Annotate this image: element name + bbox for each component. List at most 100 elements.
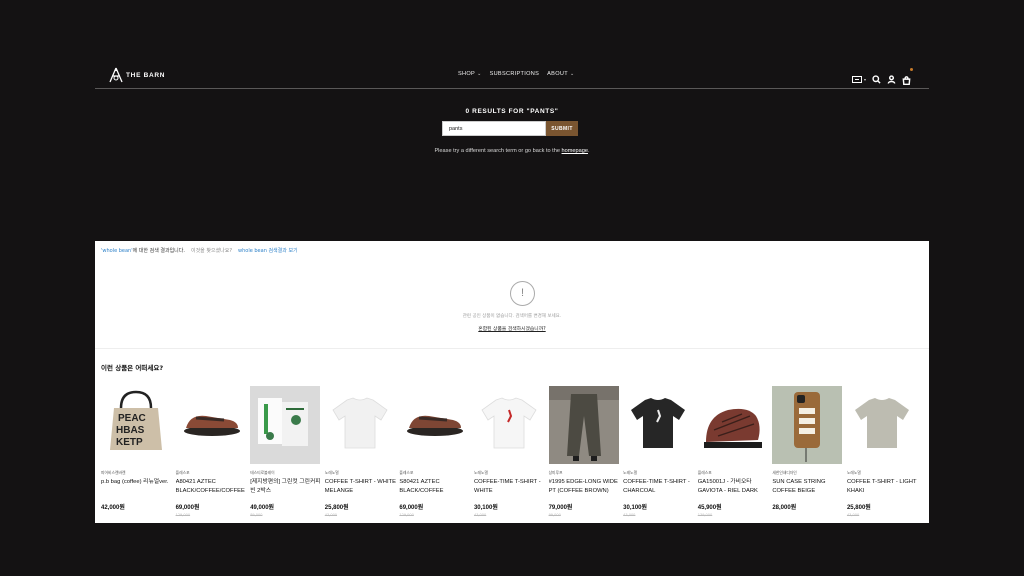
- product-price: 30,100원: [623, 505, 648, 511]
- empty-message: 관련 공인 상품이 없습니다. 검색어를 변경해 보세요.: [462, 314, 562, 319]
- search-help-text: Please try a different search term or go…: [0, 148, 1024, 154]
- cart-button[interactable]: [902, 68, 913, 89]
- svg-text:HBAS: HBAS: [116, 425, 145, 436]
- nav-shop-label: SHOP: [458, 71, 476, 77]
- product-name: [제지방편의] 그린컷 그린커피빈 2박스: [250, 479, 321, 494]
- search-widget-panel: 'whole bean'에 대한 검색 결과입니다. 이것을 찾으셨나요? wh…: [95, 241, 929, 523]
- main-nav: SHOP ⌄ SUBSCRIPTIONS ABOUT ⌄: [458, 71, 574, 77]
- product-original-price: 89,000: [250, 513, 263, 517]
- account-icon[interactable]: [887, 75, 896, 84]
- logo-text: THE BARN: [126, 71, 166, 79]
- recommendations-title: 이런 상품은 어떠세요?: [101, 364, 164, 372]
- product-price: 28,000원: [772, 505, 797, 511]
- product-brand: 플레스포: [697, 470, 712, 475]
- product-price: 42,000원: [101, 505, 125, 511]
- product-brand: 플레스포: [175, 470, 190, 475]
- nav-shop[interactable]: SHOP ⌄: [458, 71, 482, 77]
- homepage-link[interactable]: homepage: [562, 148, 588, 154]
- product-card[interactable]: 플레스포 A80421 AZTEC BLACK/COFFEE/COFFEE 69…: [175, 386, 251, 518]
- product-brand: 새한인쇄디자인: [772, 470, 797, 475]
- header-icons: ▾: [851, 68, 913, 89]
- product-name: COFFEE T-SHIRT - LIGHT KHAKI: [846, 479, 917, 494]
- svg-text:PEAC: PEAC: [118, 413, 146, 424]
- query-suffix: 에 대한 검색 결과입니다.: [132, 248, 185, 254]
- mixed-search-link-wrap: 혼합된 상품을 검색하시겠습니까?: [95, 325, 929, 332]
- product-price: 49,000원: [250, 505, 275, 511]
- product-brand: 테스티로볼레이: [250, 470, 275, 475]
- product-name: COFFEE-TIME T-SHIRT - WHITE: [473, 479, 541, 494]
- product-brand: 노레노멀: [846, 470, 861, 475]
- product-image: PEAC HBAS KETP: [101, 386, 171, 464]
- product-original-price: [101, 513, 176, 518]
- search-input[interactable]: [442, 121, 546, 136]
- alert-icon: !: [510, 281, 535, 306]
- product-card[interactable]: 노레노멀 COFFEE T-SHIRT - LIGHT KHAKI 25,800…: [846, 386, 922, 518]
- help-suffix: .: [587, 148, 590, 154]
- product-original-price: 43,000: [324, 513, 338, 517]
- chevron-down-icon: ⌄: [569, 71, 575, 77]
- product-original-price: [772, 513, 847, 518]
- product-name: #1995 EDGE-LONG WIDE PT (COFFEE BROWN): [548, 479, 618, 494]
- product-card[interactable]: 노레노멀 COFFEE-TIME T-SHIRT - WHITE 30,100원…: [473, 386, 549, 518]
- cart-count-dot: [910, 68, 913, 71]
- barn-logo-icon: [109, 67, 123, 83]
- product-card[interactable]: 노레노멀 COFFEE T-SHIRT - WHITE MELANGE 25,8…: [324, 386, 400, 518]
- product-price: 30,100원: [473, 505, 498, 511]
- nav-about[interactable]: ABOUT ⌄: [547, 71, 574, 77]
- product-image: [473, 386, 544, 464]
- submit-button[interactable]: SUBMIT: [546, 121, 578, 136]
- product-brand: 노레노멀: [324, 470, 339, 475]
- mixed-search-link[interactable]: 혼합된 상품을 검색하시겠습니까?: [478, 327, 545, 332]
- product-original-price: 99,000: [548, 513, 561, 517]
- product-image: [324, 386, 395, 464]
- product-brand: 상미루프: [548, 470, 563, 475]
- product-original-price: 43,000: [473, 513, 487, 517]
- site-header: THE BARN SHOP ⌄ SUBSCRIPTIONS ABOUT ⌄ ▾: [95, 62, 929, 89]
- product-brand: 플레스포: [399, 470, 414, 475]
- product-original-price: 43,000: [846, 513, 860, 517]
- product-price: 45,900원: [697, 505, 722, 511]
- product-name: p.b bag (coffee) 리뉴얼ver.: [101, 479, 169, 485]
- product-card[interactable]: 상미루프 #1995 EDGE-LONG WIDE PT (COFFEE BRO…: [548, 386, 624, 518]
- nav-about-label: ABOUT: [547, 71, 568, 77]
- results-title: 0 RESULTS FOR "PANTS": [465, 108, 559, 115]
- svg-text:KETP: KETP: [116, 437, 143, 448]
- product-card[interactable]: 노레노멀 COFFEE-TIME T-SHIRT - CHARCOAL 30,1…: [623, 386, 698, 518]
- product-image: [846, 386, 917, 464]
- product-image: [250, 386, 321, 464]
- chevron-down-icon: ⌄: [477, 71, 482, 77]
- product-list: PEAC HBAS KETP 피어비스렌바렌 p.b bag (coffee) …: [101, 386, 922, 518]
- product-image: [548, 386, 619, 464]
- chevron-down-icon[interactable]: ▾: [864, 77, 866, 82]
- nav-subscriptions[interactable]: SUBSCRIPTIONS: [490, 71, 540, 77]
- divider: [95, 348, 929, 349]
- product-price: 79,000원: [548, 505, 573, 511]
- product-card[interactable]: 테스티로볼레이 [제지방편의] 그린컷 그린커피빈 2박스 49,000원 89…: [250, 386, 325, 518]
- nav-subscriptions-label: SUBSCRIPTIONS: [489, 71, 540, 77]
- product-brand: 노레노멀: [623, 470, 638, 475]
- query-keyword: 'whole bean': [101, 248, 133, 254]
- product-price: 69,000원: [175, 505, 200, 511]
- product-name: A80421 AZTEC BLACK/COFFEE/COFFEE: [175, 479, 245, 494]
- cart-icon: [902, 76, 911, 86]
- product-name: SUN CASE STRING COFFEE BEIGE: [772, 479, 826, 494]
- product-image: [399, 386, 470, 464]
- alt-search-link[interactable]: whole bean 검색결과 보기: [238, 247, 298, 254]
- product-brand: 노레노멀: [473, 470, 488, 475]
- store-logo[interactable]: THE BARN: [109, 67, 165, 83]
- product-image: [623, 386, 694, 464]
- product-card[interactable]: 플레스포 GA15001J - 가비오타 GAVIOTA - RIEL DARK…: [697, 386, 773, 518]
- product-card[interactable]: 플레스포 S80421 AZTEC BLACK/COFFEE 69,000원 1…: [399, 386, 474, 518]
- currency-flag-icon[interactable]: [851, 76, 862, 83]
- product-original-price: 129,000: [399, 513, 414, 517]
- product-image: [772, 386, 843, 464]
- search-icon[interactable]: [872, 75, 881, 84]
- product-name: COFFEE T-SHIRT - WHITE MELANGE: [324, 479, 396, 494]
- query-summary: 'whole bean'에 대한 검색 결과입니다. 이것을 찾으셨나요? wh…: [101, 247, 298, 254]
- product-image: [697, 386, 768, 464]
- product-original-price: 139,000: [697, 513, 713, 517]
- product-card[interactable]: 새한인쇄디자인 SUN CASE STRING COFFEE BEIGE 28,…: [772, 386, 847, 518]
- product-image: [175, 386, 246, 464]
- product-name: COFFEE-TIME T-SHIRT - CHARCOAL: [623, 479, 690, 494]
- product-card[interactable]: PEAC HBAS KETP 피어비스렌바렌 p.b bag (coffee) …: [101, 386, 176, 518]
